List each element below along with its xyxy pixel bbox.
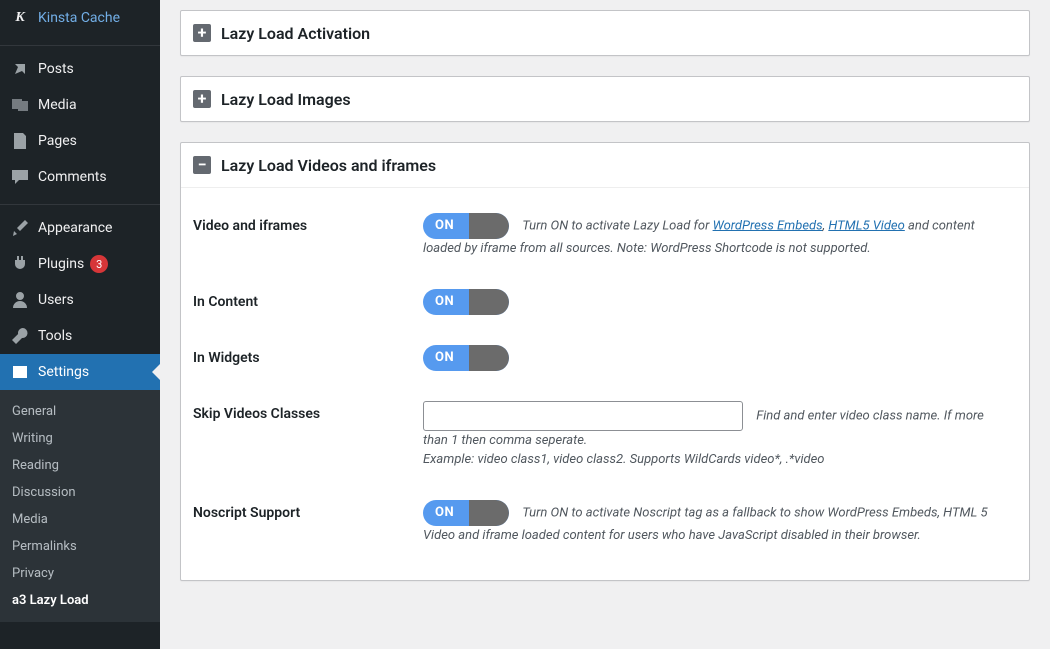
sidebar-item-settings[interactable]: Settings (0, 354, 160, 390)
submenu-item-writing[interactable]: Writing (0, 425, 160, 452)
toggle-in-content[interactable]: ON (423, 289, 509, 315)
sidebar-item-media[interactable]: Media (0, 87, 160, 123)
switch-knob (469, 500, 509, 526)
submenu-item-media[interactable]: Media (0, 506, 160, 533)
sidebar-item-label: Tools (38, 328, 72, 344)
tool-icon (10, 326, 30, 346)
panel-lazy-load-images: Lazy Load Images (180, 76, 1030, 122)
link-wordpress-embeds[interactable]: WordPress Embeds (713, 218, 823, 233)
page-icon (10, 131, 30, 151)
toggle-in-widgets[interactable]: ON (423, 345, 509, 371)
panel-header[interactable]: Lazy Load Activation (181, 11, 1029, 55)
panel-title: Lazy Load Videos and iframes (221, 156, 436, 175)
sidebar-item-label: Posts (38, 61, 74, 77)
panel-header[interactable]: Lazy Load Videos and iframes (181, 143, 1029, 187)
panel-lazy-load-activation: Lazy Load Activation (180, 10, 1030, 56)
settings-icon (10, 362, 30, 382)
expand-icon (193, 90, 211, 108)
media-icon (10, 95, 30, 115)
sidebar-item-label: Users (38, 292, 74, 308)
submenu-item-permalinks[interactable]: Permalinks (0, 533, 160, 560)
submenu-item-discussion[interactable]: Discussion (0, 479, 160, 506)
toggle-video-iframes[interactable]: ON (423, 213, 509, 239)
switch-knob (469, 345, 509, 371)
switch-on-label: ON (435, 289, 454, 315)
row-label-skip-classes: Skip Videos Classes (193, 386, 413, 485)
menu-separator (0, 41, 160, 46)
switch-knob (469, 213, 509, 239)
sidebar-item-label: Settings (38, 364, 89, 380)
comment-icon (10, 167, 30, 187)
sidebar-item-label: Comments (38, 169, 107, 185)
sidebar-item-label: Media (38, 97, 77, 113)
plug-icon (10, 254, 30, 274)
panel-title: Lazy Load Images (221, 90, 351, 109)
switch-knob (469, 289, 509, 315)
submenu-item-a3-lazy-load[interactable]: a3 Lazy Load (0, 587, 160, 614)
panel-body: Video and iframes ON Turn ON to activate… (181, 187, 1029, 580)
kinsta-logo-icon: K (10, 8, 30, 28)
user-icon (10, 290, 30, 310)
admin-sidebar: K Kinsta Cache Posts Media Pages Comment… (0, 0, 160, 649)
sidebar-item-label: Appearance (38, 220, 112, 236)
row-label-noscript: Noscript Support (193, 485, 413, 561)
row-label-in-widgets: In Widgets (193, 330, 413, 386)
main-content: Lazy Load Activation Lazy Load Images La… (160, 0, 1050, 649)
link-html5-video[interactable]: HTML5 Video (828, 218, 905, 233)
sidebar-item-comments[interactable]: Comments (0, 159, 160, 195)
pin-icon (10, 59, 30, 79)
submenu-item-general[interactable]: General (0, 398, 160, 425)
sidebar-item-label: Pages (38, 133, 77, 149)
input-skip-videos-classes[interactable] (423, 401, 743, 431)
row-label-video-iframes: Video and iframes (193, 198, 413, 274)
expand-icon (193, 24, 211, 42)
panel-lazy-load-videos: Lazy Load Videos and iframes Video and i… (180, 142, 1030, 581)
row-description-example: Example: video class1, video class2. Sup… (423, 452, 825, 467)
switch-on-label: ON (435, 213, 454, 239)
sidebar-item-label: Plugins (38, 256, 84, 272)
submenu-item-reading[interactable]: Reading (0, 452, 160, 479)
switch-on-label: ON (435, 345, 454, 371)
settings-submenu: General Writing Reading Discussion Media… (0, 390, 160, 622)
update-badge: 3 (90, 255, 108, 273)
menu-separator (0, 200, 160, 205)
sidebar-item-posts[interactable]: Posts (0, 51, 160, 87)
submenu-item-privacy[interactable]: Privacy (0, 560, 160, 587)
row-label-in-content: In Content (193, 274, 413, 330)
switch-on-label: ON (435, 500, 454, 526)
sidebar-item-users[interactable]: Users (0, 282, 160, 318)
panel-title: Lazy Load Activation (221, 24, 370, 43)
sidebar-item-appearance[interactable]: Appearance (0, 210, 160, 246)
sidebar-item-tools[interactable]: Tools (0, 318, 160, 354)
brush-icon (10, 218, 30, 238)
sidebar-item-plugins[interactable]: Plugins 3 (0, 246, 160, 282)
sidebar-item-label: Kinsta Cache (38, 10, 120, 26)
toggle-noscript-support[interactable]: ON (423, 500, 509, 526)
collapse-icon (193, 156, 211, 174)
sidebar-item-pages[interactable]: Pages (0, 123, 160, 159)
panel-header[interactable]: Lazy Load Images (181, 77, 1029, 121)
sidebar-item-kinsta-cache[interactable]: K Kinsta Cache (0, 0, 160, 36)
